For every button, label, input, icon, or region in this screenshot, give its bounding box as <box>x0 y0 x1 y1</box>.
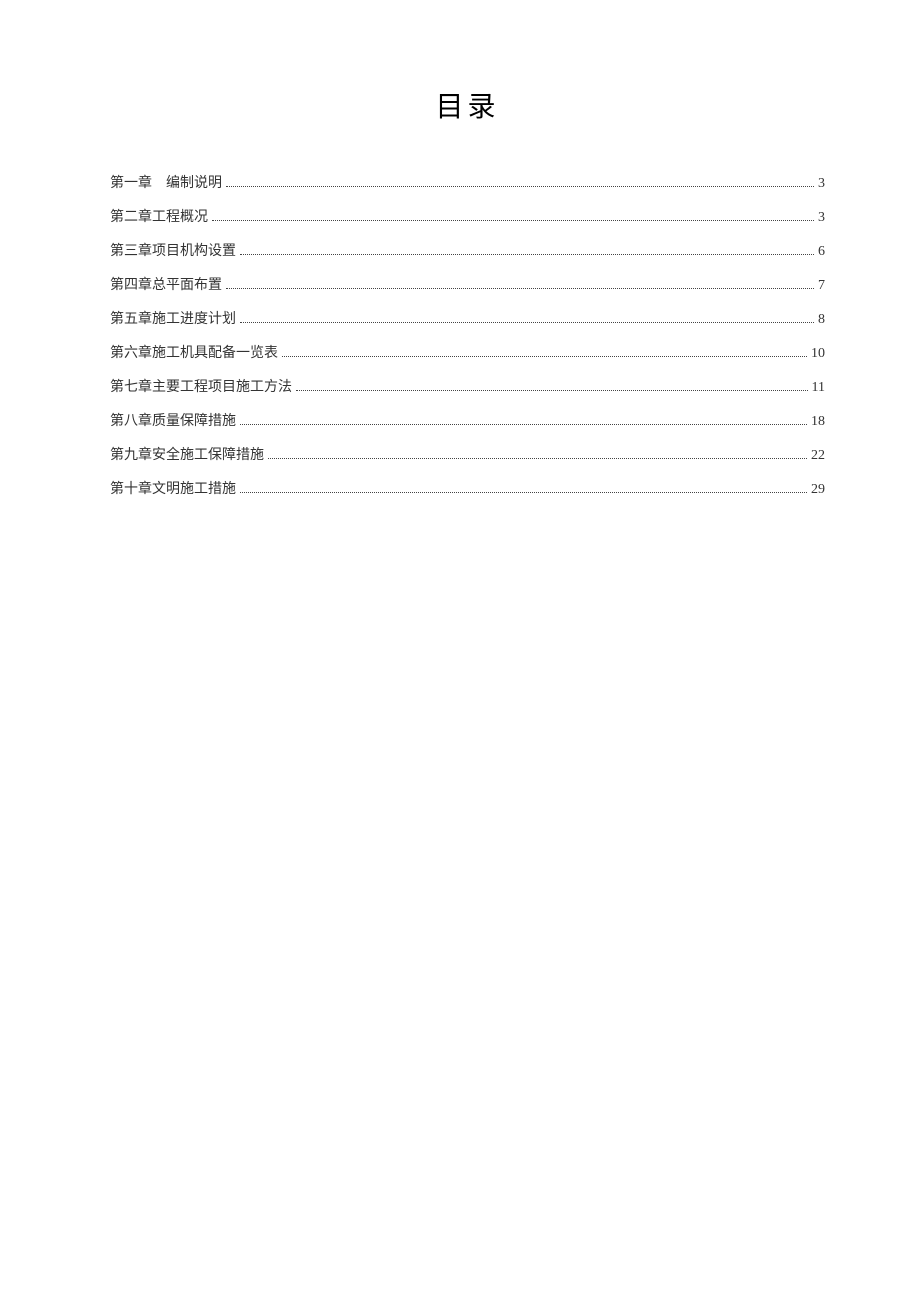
toc-entry: 第十章文明施工措施 29 <box>110 479 825 500</box>
toc-page: 29 <box>811 479 825 500</box>
toc-dots <box>240 254 814 255</box>
toc-label: 第十章文明施工措施 <box>110 479 236 500</box>
toc-label: 第三章项目机构设置 <box>110 241 236 262</box>
toc-page: 18 <box>811 411 825 432</box>
toc-label: 第五章施工进度计划 <box>110 309 236 330</box>
toc-label: 第四章总平面布置 <box>110 275 222 296</box>
toc-entry: 第六章施工机具配备一览表 10 <box>110 343 825 364</box>
toc-entry: 第五章施工进度计划 8 <box>110 309 825 330</box>
toc-entry: 第四章总平面布置 7 <box>110 275 825 296</box>
toc-page: 6 <box>818 241 825 262</box>
toc-dots <box>226 186 814 187</box>
toc-page: 7 <box>818 275 825 296</box>
toc-page: 8 <box>818 309 825 330</box>
page-title: 目录 <box>110 85 825 125</box>
toc-label: 第一章 编制说明 <box>110 173 222 194</box>
toc-page: 10 <box>811 343 825 364</box>
toc-label: 第八章质量保障措施 <box>110 411 236 432</box>
toc-dots <box>240 322 814 323</box>
toc-dots <box>226 288 814 289</box>
toc-label: 第七章主要工程项目施工方法 <box>110 377 292 398</box>
toc-dots <box>240 492 807 493</box>
toc-entry: 第三章项目机构设置 6 <box>110 241 825 262</box>
toc-entry: 第七章主要工程项目施工方法 11 <box>110 377 825 398</box>
toc-label: 第九章安全施工保障措施 <box>110 445 264 466</box>
toc-label: 第六章施工机具配备一览表 <box>110 343 278 364</box>
toc-label: 第二章工程概况 <box>110 207 208 228</box>
toc-dots <box>282 356 807 357</box>
toc-page: 3 <box>818 207 825 228</box>
toc-dots <box>268 458 807 459</box>
toc-page: 22 <box>811 445 825 466</box>
toc-page: 11 <box>812 377 825 398</box>
toc-dots <box>240 424 807 425</box>
table-of-contents: 第一章 编制说明 3 第二章工程概况 3 第三章项目机构设置 6 第四章总平面布… <box>110 173 825 500</box>
toc-dots <box>296 390 808 391</box>
toc-entry: 第九章安全施工保障措施 22 <box>110 445 825 466</box>
toc-dots <box>212 220 814 221</box>
toc-entry: 第一章 编制说明 3 <box>110 173 825 194</box>
toc-page: 3 <box>818 173 825 194</box>
toc-entry: 第八章质量保障措施 18 <box>110 411 825 432</box>
toc-entry: 第二章工程概况 3 <box>110 207 825 228</box>
